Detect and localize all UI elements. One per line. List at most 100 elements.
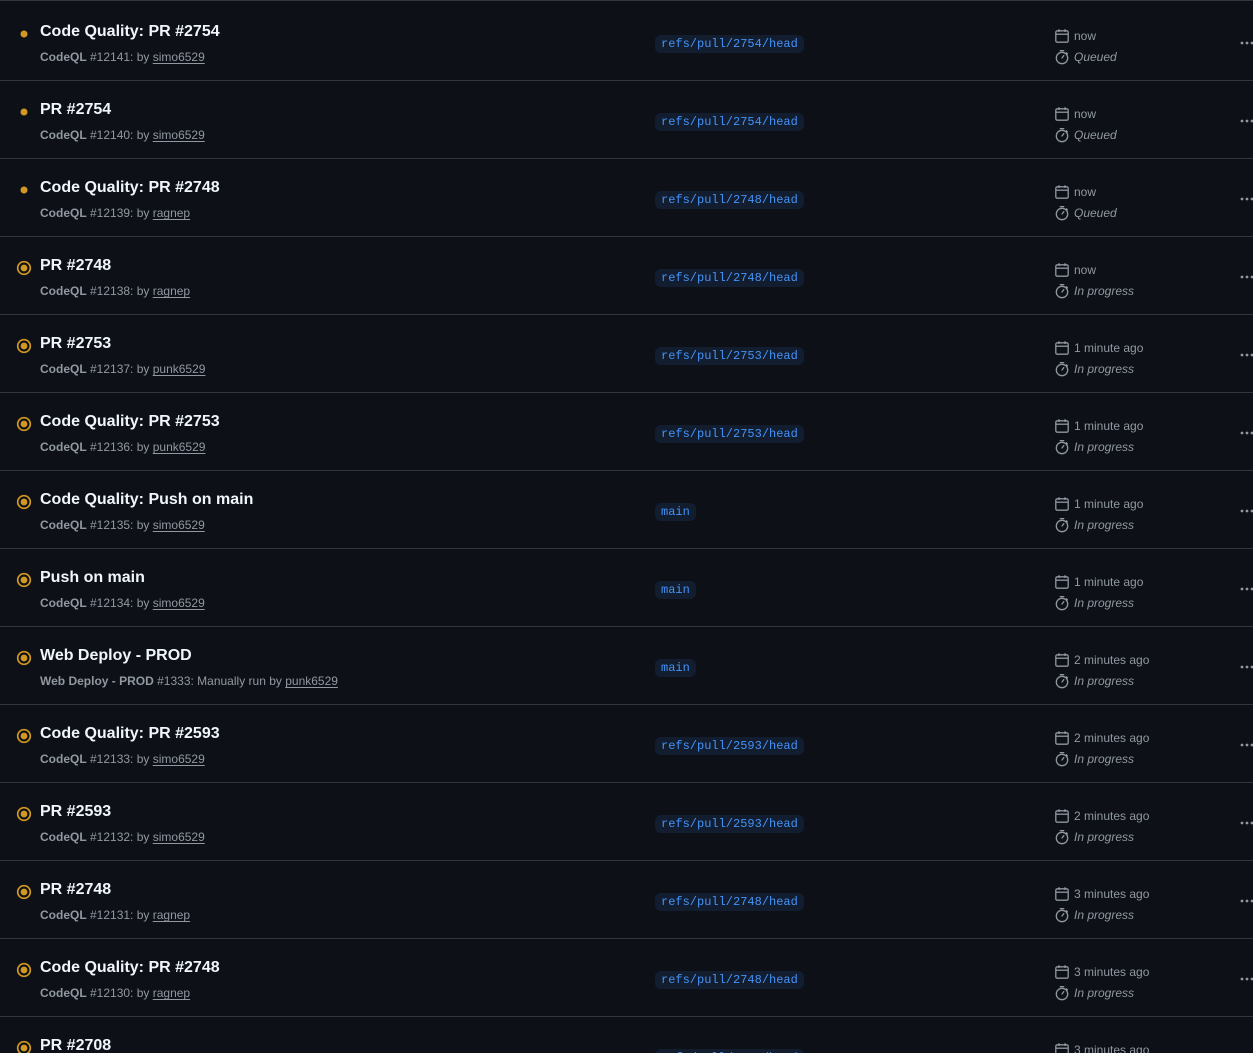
run-duration-text: In progress — [1074, 908, 1135, 922]
run-meta: CodeQL #12140: by simo6529 — [40, 128, 205, 142]
run-date: 3 minutes ago — [1054, 964, 1149, 980]
stopwatch-icon — [1054, 361, 1070, 377]
workflow-name: Web Deploy - PROD — [40, 674, 154, 688]
workflow-run-row[interactable]: Push on main CodeQL #12134: by simo6529 … — [0, 549, 1253, 627]
run-duration: In progress — [1054, 283, 1134, 299]
branch-label[interactable]: refs/pull/2748/head — [655, 269, 804, 287]
calendar-icon — [1054, 496, 1070, 512]
run-duration-text: In progress — [1074, 518, 1135, 532]
branch-label[interactable]: main — [655, 581, 696, 599]
branch-label[interactable]: refs/pull/2753/head — [655, 425, 804, 443]
actor-link[interactable]: simo6529 — [153, 50, 205, 64]
run-number: #12132: by — [86, 830, 153, 844]
workflow-run-row[interactable]: PR #2754 CodeQL #12140: by simo6529 refs… — [0, 81, 1253, 159]
branch-label[interactable]: refs/pull/2748/head — [655, 971, 804, 989]
workflow-run-row[interactable]: Code Quality: PR #2593 CodeQL #12133: by… — [0, 705, 1253, 783]
workflow-run-row[interactable]: PR #2748 CodeQL #12138: by ragnep refs/p… — [0, 237, 1253, 315]
run-date: 1 minute ago — [1054, 340, 1143, 356]
branch-label[interactable]: refs/pull/2753/head — [655, 347, 804, 365]
more-options-button[interactable] — [1238, 891, 1253, 911]
workflow-run-row[interactable]: Code Quality: PR #2754 CodeQL #12141: by… — [0, 3, 1253, 81]
workflow-name: CodeQL — [40, 830, 87, 844]
actor-link[interactable]: punk6529 — [153, 440, 206, 454]
branch-label[interactable]: refs/pull/2748/head — [655, 893, 804, 911]
actor-link[interactable]: ragnep — [153, 908, 190, 922]
run-meta: CodeQL #12138: by ragnep — [40, 284, 190, 298]
workflow-name: CodeQL — [40, 986, 87, 1000]
run-title[interactable]: PR #2753 — [40, 335, 111, 353]
workflow-run-row[interactable]: Code Quality: PR #2753 CodeQL #12136: by… — [0, 393, 1253, 471]
more-options-button[interactable] — [1238, 1047, 1253, 1053]
actor-link[interactable]: punk6529 — [285, 674, 338, 688]
run-date: 3 minutes ago — [1054, 1042, 1149, 1053]
workflow-run-row[interactable]: PR #2748 CodeQL #12131: by ragnep refs/p… — [0, 861, 1253, 939]
more-options-button[interactable] — [1238, 735, 1253, 755]
more-options-button[interactable] — [1238, 579, 1253, 599]
run-duration-text: Queued — [1074, 128, 1117, 142]
more-options-button[interactable] — [1238, 267, 1253, 287]
run-title[interactable]: Code Quality: PR #2754 — [40, 23, 220, 41]
branch-label[interactable]: refs/pull/2593/head — [655, 737, 804, 755]
branch-label[interactable]: refs/pull/2754/head — [655, 113, 804, 131]
workflow-name: CodeQL — [40, 206, 87, 220]
run-title[interactable]: Code Quality: PR #2748 — [40, 959, 220, 977]
run-title[interactable]: PR #2748 — [40, 881, 111, 899]
workflow-run-row[interactable]: Web Deploy - PROD Web Deploy - PROD #133… — [0, 627, 1253, 705]
run-title[interactable]: Code Quality: Push on main — [40, 491, 253, 509]
more-options-button[interactable] — [1238, 33, 1253, 53]
actor-link[interactable]: punk6529 — [153, 362, 206, 376]
run-title[interactable]: Push on main — [40, 569, 145, 587]
branch-label[interactable]: main — [655, 503, 696, 521]
run-title[interactable]: PR #2708 — [40, 1037, 111, 1053]
more-options-button[interactable] — [1238, 111, 1253, 131]
branch-label[interactable]: refs/pull/2748/head — [655, 191, 804, 209]
run-title[interactable]: PR #2754 — [40, 101, 111, 119]
run-title[interactable]: Code Quality: PR #2753 — [40, 413, 220, 431]
run-meta: Web Deploy - PROD #1333: Manually run by… — [40, 674, 338, 688]
run-title[interactable]: PR #2748 — [40, 257, 111, 275]
run-title[interactable]: Code Quality: PR #2593 — [40, 725, 220, 743]
stopwatch-icon — [1054, 205, 1070, 221]
run-duration: In progress — [1054, 673, 1134, 689]
run-date: now — [1054, 184, 1096, 200]
branch-label[interactable]: refs/pull/2708/head — [655, 1049, 804, 1053]
workflow-run-row[interactable]: Code Quality: Push on main CodeQL #12135… — [0, 471, 1253, 549]
branch-label[interactable]: refs/pull/2593/head — [655, 815, 804, 833]
actor-link[interactable]: simo6529 — [153, 596, 205, 610]
more-options-button[interactable] — [1238, 501, 1253, 521]
workflow-run-row[interactable]: Code Quality: PR #2748 CodeQL #12139: by… — [0, 159, 1253, 237]
branch-label[interactable]: refs/pull/2754/head — [655, 35, 804, 53]
actor-link[interactable]: simo6529 — [153, 518, 205, 532]
run-title[interactable]: Code Quality: PR #2748 — [40, 179, 220, 197]
actor-link[interactable]: ragnep — [153, 206, 190, 220]
in-progress-icon — [16, 572, 32, 588]
run-title[interactable]: PR #2593 — [40, 803, 111, 821]
run-number: #12136: by — [86, 440, 153, 454]
actor-link[interactable]: simo6529 — [153, 830, 205, 844]
more-options-button[interactable] — [1238, 813, 1253, 833]
actor-link[interactable]: ragnep — [153, 986, 190, 1000]
kebab-horizontal-icon — [1240, 977, 1253, 981]
workflow-run-row[interactable]: PR #2753 CodeQL #12137: by punk6529 refs… — [0, 315, 1253, 393]
actor-link[interactable]: simo6529 — [153, 128, 205, 142]
run-duration: Queued — [1054, 49, 1117, 65]
more-options-button[interactable] — [1238, 189, 1253, 209]
more-options-button[interactable] — [1238, 345, 1253, 365]
more-options-button[interactable] — [1238, 657, 1253, 677]
actor-link[interactable]: ragnep — [153, 284, 190, 298]
branch-label[interactable]: main — [655, 659, 696, 677]
more-options-button[interactable] — [1238, 969, 1253, 989]
run-number: #12139: by — [86, 206, 153, 220]
workflow-run-row[interactable]: PR #2593 CodeQL #12132: by simo6529 refs… — [0, 783, 1253, 861]
actor-link[interactable]: simo6529 — [153, 752, 205, 766]
more-options-button[interactable] — [1238, 423, 1253, 443]
workflow-run-row[interactable]: Code Quality: PR #2748 CodeQL #12130: by… — [0, 939, 1253, 1017]
workflow-name: CodeQL — [40, 596, 87, 610]
run-date: now — [1054, 28, 1096, 44]
run-number: #12141: by — [86, 50, 153, 64]
workflow-run-row[interactable]: PR #2708 CodeQL refs/pull/2708/head 3 mi… — [0, 1017, 1253, 1053]
in-progress-icon — [16, 416, 32, 432]
run-duration: In progress — [1054, 517, 1134, 533]
run-title[interactable]: Web Deploy - PROD — [40, 647, 192, 665]
calendar-icon — [1054, 262, 1070, 278]
